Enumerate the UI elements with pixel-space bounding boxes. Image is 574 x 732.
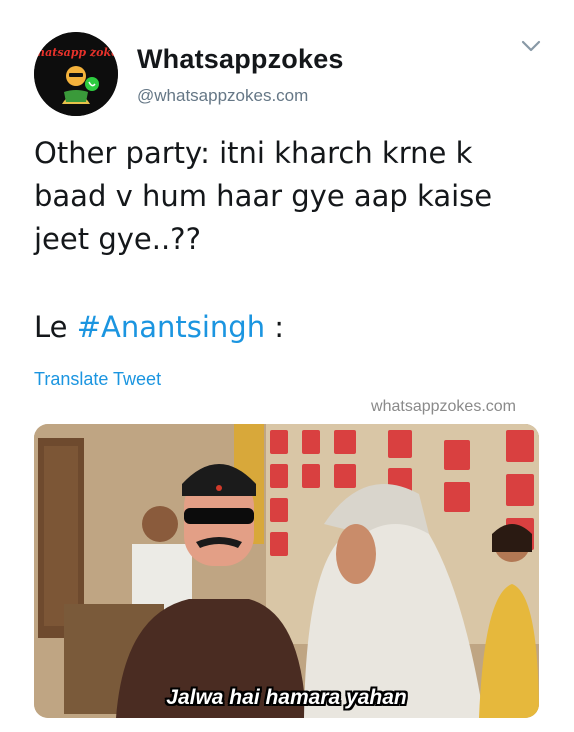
translate-tweet-link[interactable]: Translate Tweet — [34, 369, 161, 390]
svg-text:whatsapp zokes: whatsapp zokes — [34, 46, 118, 59]
display-name[interactable]: Whatsappzokes — [137, 44, 344, 75]
hashtag-prefix: Le — [34, 310, 77, 344]
hashtag-link[interactable]: #Anantsingh — [77, 310, 265, 344]
tweet-text-hashtag-line: Le #Anantsingh : — [34, 306, 284, 349]
avatar[interactable]: whatsapp zokes — [34, 32, 118, 116]
hashtag-suffix: : — [265, 310, 285, 344]
tweet-text-line: jeet gye..?? — [34, 222, 201, 256]
chevron-down-icon[interactable] — [520, 38, 542, 54]
meme-scene-image — [34, 424, 539, 718]
avatar-logo-icon: whatsapp zokes — [34, 32, 118, 116]
watermark: whatsappzokes.com — [371, 398, 516, 415]
meme-subtitle: Jalwa hai hamara yahan — [166, 686, 407, 709]
user-handle[interactable]: @whatsappzokes.com — [137, 86, 308, 106]
tweet-text: Other party: itni kharch krne k baad v h… — [34, 132, 554, 261]
tweet-text-line: Other party: itni kharch krne k — [34, 136, 473, 170]
tweet-media-image[interactable]: Jalwa hai hamara yahan — [34, 424, 539, 718]
tweet-text-line: baad v hum haar gye aap kaise — [34, 179, 493, 213]
